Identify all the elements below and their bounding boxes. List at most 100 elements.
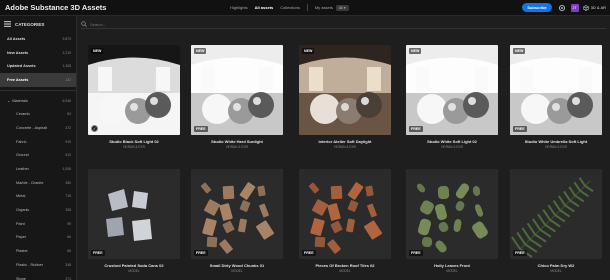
sidebar-item-ceramic[interactable]: Ceramic 84 (0, 107, 76, 121)
3d-ar-label: 3D & AR (590, 5, 606, 10)
asset-thumbnail[interactable]: NEW (299, 45, 391, 135)
nav-my-assets[interactable]: My assets (315, 5, 333, 10)
asset-thumbnail[interactable]: FREE (299, 169, 391, 259)
sidebar-item-label: Paper (16, 235, 27, 240)
asset-card[interactable]: FREE Small Dirty Wood Chunks 01 MODEL (191, 169, 283, 273)
sidebar-item-free-assets[interactable]: Free Assets 131 (0, 73, 76, 87)
sidebar-item-count: 9,873 (62, 36, 72, 41)
sidebar-item-paper[interactable]: Paper 66 (0, 231, 76, 245)
free-badge: FREE (91, 250, 105, 256)
my-assets-dropdown[interactable]: All ▾ (335, 4, 349, 11)
nav-collections[interactable]: Collections (280, 5, 300, 10)
sidebar-item-label: All Assets (7, 36, 26, 41)
asset-card[interactable]: NEW FREE Studio White Hard Sunlight HDRAN &… (191, 45, 283, 149)
sidebar-item-stone[interactable]: Stone 271 (0, 272, 76, 280)
sidebar-item-label: Paint (16, 221, 25, 226)
asset-thumbnail[interactable]: FREE (510, 169, 602, 259)
sidebar-item-count: 1,008 (62, 167, 72, 172)
asset-card[interactable]: FREE Holly Leaves Front MODEL (406, 169, 498, 273)
sidebar-item-count: 6,946 (62, 98, 72, 103)
asset-title[interactable]: Crushed Painted Soda Cans 02 (88, 263, 180, 268)
avatar[interactable]: JT (570, 3, 579, 12)
sidebar-item-count: 915 (65, 139, 71, 144)
sidebar-item-plaster[interactable]: Plaster 65 (0, 244, 76, 258)
asset-title[interactable]: Holly Leaves Front (406, 263, 498, 268)
sidebar-item-label: Free Assets (7, 77, 29, 82)
sidebar-item-label: Plastic - Rubber (16, 262, 44, 267)
asset-thumbnail[interactable]: FREE (191, 169, 283, 259)
sidebar-item-leather[interactable]: Leather 1,008 (0, 162, 76, 176)
materials-subcategories: Ceramic 84 Concrete - Asphalt 372 Fabric 915 G… (0, 107, 76, 280)
sidebar-item-label: Concrete - Asphalt (16, 125, 48, 130)
free-badge: FREE (513, 126, 527, 132)
sidebar-item-marble-granite[interactable]: Marble - Granite 380 (0, 176, 76, 190)
subscribe-button[interactable]: Subscribe (522, 3, 552, 12)
top-right-actions: Subscribe JT 3D & AR (522, 3, 606, 12)
asset-thumbnail[interactable]: NEW FREE (191, 45, 283, 135)
gear-icon[interactable] (558, 4, 566, 12)
sidebar-item-label: New Assets (7, 50, 29, 55)
model-preview (88, 169, 180, 259)
sidebar-item-label: Plaster (16, 249, 28, 254)
search-icon (81, 21, 87, 27)
search-input[interactable] (90, 21, 290, 27)
asset-title[interactable]: Interior Atelier Soft Daylight (299, 139, 391, 144)
asset-card[interactable]: FREE Crushed Painted Soda Cans 02 MODEL (88, 169, 180, 273)
sidebar-item-all-assets[interactable]: All Assets 9,873 (0, 32, 76, 46)
new-badge: NEW (194, 48, 207, 54)
asset-title[interactable]: Small Dirty Wood Chunks 01 (191, 263, 283, 268)
sidebar-divider (0, 89, 76, 91)
asset-card[interactable]: FREE Chico Palm Dry W2 MODEL (510, 169, 602, 273)
3d-ar-button[interactable]: 3D & AR (582, 4, 606, 11)
sidebar-item-new-assets[interactable]: New Assets 2,219 (0, 46, 76, 60)
asset-type: MODEL (339, 269, 351, 273)
asset-thumbnail[interactable]: NEW FREE (510, 45, 602, 135)
asset-thumbnail[interactable]: FREE (406, 169, 498, 259)
sidebar-item-organic[interactable]: Organic 308 (0, 203, 76, 217)
asset-card[interactable]: NEW FREE Studio White Umbrella Soft Light H… (510, 45, 602, 149)
sidebar-item-concrete-asphalt[interactable]: Concrete - Asphalt 372 (0, 121, 76, 135)
search-bar (81, 20, 606, 29)
sidebar-item-paint[interactable]: Paint 99 (0, 217, 76, 231)
asset-type: HDRAN & EXR (226, 145, 248, 149)
sidebar-item-fabric[interactable]: Fabric 915 (0, 135, 76, 149)
asset-card[interactable]: NEW FREE Studio White Soft Light 02 HDRAN &… (406, 45, 498, 149)
free-badge: FREE (409, 126, 423, 132)
asset-thumbnail[interactable]: NEW ✓ (88, 45, 180, 135)
new-badge: NEW (409, 48, 422, 54)
sidebar-item-metal[interactable]: Metal 718 (0, 190, 76, 204)
asset-card[interactable]: NEW ✓ Studio Black Soft Light 02 HDRAN & EX… (88, 45, 180, 149)
categories-header[interactable]: CATEGORIES (0, 16, 76, 32)
nav-divider (306, 4, 308, 11)
asset-card[interactable]: FREE Pieces Of Broken Roof Tiles 02 MODEL (299, 169, 391, 273)
sidebar-item-materials[interactable]: ⌄ Materials 6,946 (0, 94, 76, 108)
sidebar-item-count: 380 (65, 180, 71, 185)
list-icon (4, 21, 11, 27)
sidebar-item-count: 372 (65, 125, 71, 130)
asset-type: MODEL (446, 269, 458, 273)
app-title[interactable]: Adobe Substance 3D Assets (5, 3, 230, 12)
asset-type: HDRAN & EXR (545, 145, 567, 149)
asset-title[interactable]: Studio White Hard Sunlight (191, 139, 283, 144)
asset-title[interactable]: Pieces Of Broken Roof Tiles 02 (299, 263, 391, 268)
sidebar-item-label: Ground (16, 153, 29, 158)
checkmark-icon[interactable]: ✓ (91, 125, 98, 132)
nav-highlights[interactable]: Highlights (230, 5, 248, 10)
asset-thumbnail[interactable]: FREE (88, 169, 180, 259)
asset-card[interactable]: NEW Interior Atelier Soft Daylight HDRAN &… (299, 45, 391, 149)
asset-type: MODEL (550, 269, 562, 273)
chevron-down-icon[interactable]: ⌄ (7, 98, 10, 103)
asset-title[interactable]: Studio White Soft Light 02 (406, 139, 498, 144)
sidebar-item-ground[interactable]: Ground 510 (0, 149, 76, 163)
asset-title[interactable]: Chico Palm Dry W2 (510, 263, 602, 268)
free-badge: FREE (409, 250, 423, 256)
asset-thumbnail[interactable]: NEW FREE (406, 45, 498, 135)
asset-title[interactable]: Studio Black Soft Light 02 (88, 139, 180, 144)
asset-title[interactable]: Studio White Umbrella Soft Light (510, 139, 602, 144)
hdri-preview (191, 45, 283, 135)
nav-all-assets[interactable]: All assets (255, 5, 274, 10)
sidebar-item-updated-assets[interactable]: Updated Assets 1,308 (0, 59, 76, 73)
sidebar-item-count: 131 (65, 77, 71, 82)
sidebar-item-plastic-rubber[interactable]: Plastic - Rubber 348 (0, 258, 76, 272)
sidebar-item-count: 1,308 (62, 64, 72, 69)
